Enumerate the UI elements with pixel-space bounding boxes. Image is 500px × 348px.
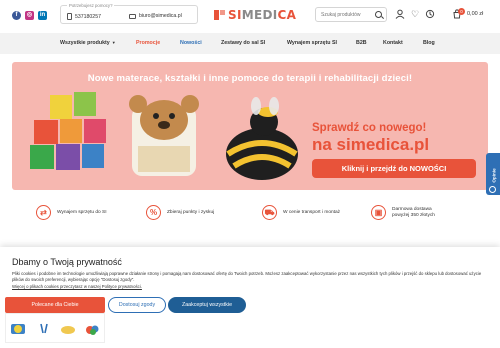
- logo-mark-icon: [214, 10, 225, 20]
- top-bar: f ◎ in Potrzebujesz pomocy? 537180257 bi…: [0, 0, 500, 33]
- product-thumbnail[interactable]: [10, 321, 26, 337]
- logo-text: SIMEDICA: [228, 8, 297, 22]
- accept-all-button[interactable]: Zaakceptuj wszystkie: [168, 297, 246, 313]
- instagram-icon[interactable]: ◎: [25, 11, 34, 20]
- product-thumbnail[interactable]: [60, 321, 76, 337]
- wishlist-icon[interactable]: ♡: [410, 9, 420, 19]
- phone-number: 537180257: [75, 13, 101, 20]
- feature-item: ⇄ Wynajem sprzętu do SI: [36, 205, 107, 220]
- product-thumbnail[interactable]: [36, 321, 52, 337]
- chevron-down-icon: ▼: [111, 40, 116, 45]
- nav-new[interactable]: Nowości: [180, 40, 202, 46]
- contact-email[interactable]: biuro@simedica.pl: [129, 13, 182, 19]
- feature-item: % Zbieraj punkty i zyskuj: [146, 205, 214, 220]
- feature-item: ▣ Darmowa dostawa powyżej 350 złotych: [371, 205, 450, 220]
- nav-all-products[interactable]: Wszystkie produkty ▼: [60, 40, 116, 46]
- recommended-button[interactable]: Polecane dla Ciebie: [5, 297, 105, 313]
- contact-hint: Potrzebujesz pomocy?: [67, 3, 115, 8]
- mail-icon: [129, 13, 136, 19]
- reviews-tab-label: Opinie: [491, 168, 497, 183]
- feature-text: Wynajem sprzętu do SI: [57, 209, 107, 215]
- cookie-text: Pliki cookies i podobne im technologie u…: [12, 271, 482, 282]
- nav-si-sets[interactable]: Zestawy do sal SI: [221, 40, 265, 46]
- privacy-policy-link[interactable]: Więcej o plikach cookies przeczytasz w n…: [12, 284, 142, 289]
- feature-text: Darmowa dostawa powyżej 350 złotych: [392, 206, 435, 218]
- main-nav: Wszystkie produkty ▼ Promocje Nowości Zes…: [0, 33, 500, 54]
- feature-text: W cenie transport i montaż: [283, 209, 341, 215]
- nav-promotions[interactable]: Promocje: [136, 40, 160, 46]
- reviews-side-tab[interactable]: Opinie: [486, 153, 500, 195]
- phone-icon: [67, 13, 72, 20]
- nav-rental[interactable]: Wynajem sprzętu SI: [287, 40, 337, 46]
- search-box: [315, 7, 387, 22]
- customize-consent-button[interactable]: Dostosuj zgody: [108, 297, 166, 313]
- product-thumbnail[interactable]: [84, 321, 100, 337]
- banner-cta-button[interactable]: Kliknij i przejdź do NOWOŚCI: [312, 159, 476, 178]
- social-links: f ◎ in: [12, 11, 47, 20]
- account-icon[interactable]: [395, 9, 405, 19]
- linkedin-icon[interactable]: in: [38, 11, 47, 20]
- search-input[interactable]: [316, 8, 372, 21]
- contact-box: Potrzebujesz pomocy? 537180257 biuro@sim…: [60, 3, 198, 24]
- percent-icon: %: [146, 205, 161, 220]
- nav-blog[interactable]: Blog: [423, 40, 435, 46]
- facebook-icon[interactable]: f: [12, 11, 21, 20]
- cart-total[interactable]: 0,00 zł: [467, 11, 483, 17]
- compare-icon[interactable]: [425, 9, 435, 19]
- cookie-title: Dbamy o Twoją prywatność: [12, 257, 122, 267]
- logo[interactable]: SIMEDICA: [214, 8, 296, 22]
- banner-subline: Sprawdź co nowego!: [312, 122, 427, 134]
- truck-icon: ⛟: [262, 205, 277, 220]
- cart-count-badge: 0: [458, 8, 465, 15]
- banner-url: na simedica.pl: [312, 135, 430, 154]
- recommended-products-strip: [5, 313, 105, 343]
- delivery-icon: ▣: [371, 205, 386, 220]
- feature-item: ⛟ W cenie transport i montaż: [262, 205, 340, 220]
- search-icon[interactable]: [375, 11, 382, 18]
- nav-contact[interactable]: Kontakt: [383, 40, 403, 46]
- banner-headline: Nowe materace, kształki i inne pomoce do…: [87, 73, 413, 84]
- email-address: biuro@simedica.pl: [139, 13, 182, 19]
- nav-b2b[interactable]: B2B: [356, 40, 367, 46]
- hero-banner[interactable]: Nowe materace, kształki i inne pomoce do…: [12, 62, 488, 190]
- rental-icon: ⇄: [36, 205, 51, 220]
- feature-text: Zbieraj punkty i zyskuj: [167, 209, 215, 215]
- star-icon: [489, 186, 496, 193]
- contact-phone[interactable]: 537180257: [67, 13, 101, 20]
